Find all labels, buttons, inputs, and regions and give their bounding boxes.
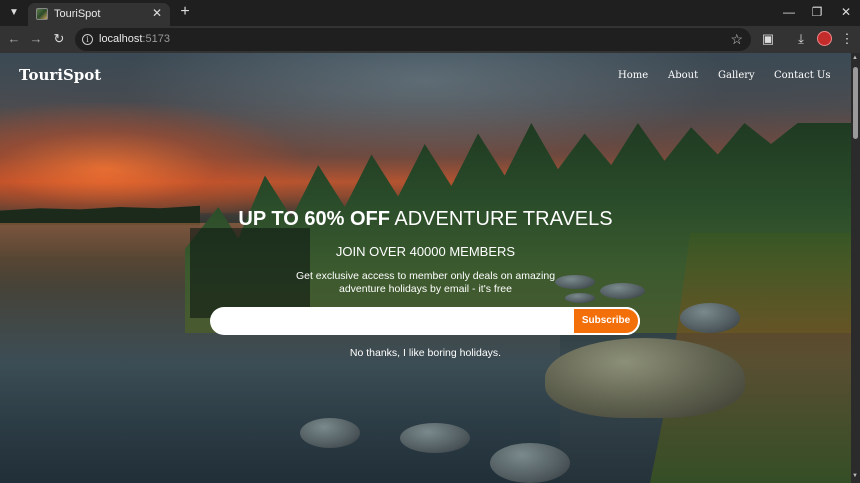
new-tab-icon[interactable]: + bbox=[177, 4, 193, 20]
hero-subheading: JOIN OVER 40000 MEMBERS bbox=[335, 244, 516, 259]
page-viewport: TouriSpot Home About Gallery Contact Us … bbox=[0, 53, 860, 483]
close-tab-icon[interactable]: ✕ bbox=[150, 6, 164, 20]
page-scrollbar[interactable]: ▲ ▼ bbox=[851, 53, 860, 483]
subscribe-button[interactable]: Subscribe bbox=[572, 307, 640, 335]
scroll-thumb[interactable] bbox=[853, 67, 858, 139]
site-logo[interactable]: TouriSpot bbox=[19, 66, 101, 84]
scroll-down-icon[interactable]: ▼ bbox=[852, 473, 858, 479]
nav-link-gallery[interactable]: Gallery bbox=[718, 70, 755, 81]
scroll-up-icon[interactable]: ▲ bbox=[852, 55, 858, 61]
hero-headline: UP TO 60% OFF ADVENTURE TRAVELS bbox=[238, 208, 613, 230]
forward-icon[interactable]: → bbox=[28, 31, 44, 47]
browser-tab[interactable]: TouriSpot ✕ bbox=[28, 3, 170, 26]
hero-background-rock bbox=[680, 303, 740, 333]
browser-toolbar: ← → ↻ i localhost:5173 ☆ ▣ ⤓ ⋮ bbox=[0, 26, 860, 53]
restore-icon[interactable]: ❐ bbox=[806, 3, 828, 21]
hero-background-rock bbox=[400, 423, 470, 453]
nav-link-home[interactable]: Home bbox=[618, 70, 648, 81]
address-bar[interactable]: i localhost:5173 ☆ bbox=[75, 28, 751, 51]
nav-link-contact[interactable]: Contact Us bbox=[774, 70, 830, 81]
tab-title: TouriSpot bbox=[54, 8, 101, 20]
reload-icon[interactable]: ↻ bbox=[51, 31, 67, 47]
profile-avatar[interactable] bbox=[817, 31, 832, 46]
nav-link-about[interactable]: About bbox=[668, 70, 698, 81]
hero-description: Get exclusive access to member only deal… bbox=[295, 270, 556, 295]
menu-kebab-icon[interactable]: ⋮ bbox=[839, 31, 855, 47]
minimize-icon[interactable]: — bbox=[778, 3, 800, 21]
email-input[interactable] bbox=[222, 312, 567, 330]
no-thanks-link[interactable]: No thanks, I like boring holidays. bbox=[0, 347, 851, 359]
back-icon[interactable]: ← bbox=[6, 31, 22, 47]
browser-tab-bar: ▼ TouriSpot ✕ + — ❐ ✕ bbox=[0, 0, 860, 26]
bookmark-star-icon[interactable]: ☆ bbox=[730, 31, 743, 47]
tab-search-icon[interactable]: ▼ bbox=[6, 5, 22, 21]
hero-background-rock bbox=[490, 443, 570, 483]
hero-background-rock bbox=[300, 418, 360, 448]
subscribe-form: Subscribe bbox=[210, 307, 640, 335]
extensions-icon[interactable]: ▣ bbox=[760, 31, 776, 47]
favicon-icon bbox=[36, 8, 48, 20]
download-icon[interactable]: ⤓ bbox=[793, 31, 809, 47]
site-info-icon[interactable]: i bbox=[82, 34, 93, 45]
url-text[interactable]: localhost:5173 bbox=[99, 33, 170, 45]
hero-section: TouriSpot Home About Gallery Contact Us … bbox=[0, 53, 851, 483]
close-window-icon[interactable]: ✕ bbox=[835, 3, 857, 21]
hero-background-sunset bbox=[0, 103, 300, 213]
